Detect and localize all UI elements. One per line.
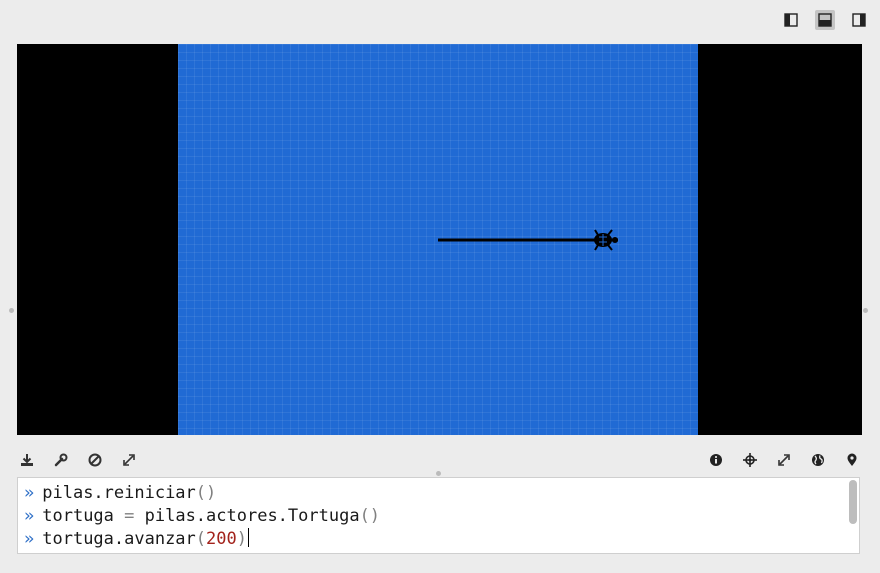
text-cursor — [248, 528, 249, 547]
turtle-icon — [590, 229, 618, 251]
console-prompt: » — [24, 506, 35, 526]
layout-right-panel-button[interactable] — [849, 10, 869, 30]
code-token: = — [124, 506, 135, 526]
layout-left-panel-icon — [784, 13, 798, 27]
code-token: () — [359, 506, 381, 526]
code-token: pilas.reiniciar — [42, 483, 196, 503]
stop-button[interactable] — [87, 452, 103, 468]
globe-icon — [812, 454, 824, 466]
layout-bottom-panel-icon — [818, 13, 832, 27]
python-console[interactable]: » pilas.reiniciar() » tortuga = pilas.acto… — [17, 477, 860, 554]
console-prompt: » — [24, 483, 35, 503]
console-prompt: » — [24, 529, 35, 549]
layout-right-panel-icon — [852, 13, 866, 27]
panel-splitter-handle[interactable] — [436, 471, 441, 476]
layout-left-panel-button[interactable] — [781, 10, 801, 30]
location-button[interactable] — [844, 452, 860, 468]
physics-button[interactable] — [810, 452, 826, 468]
code-token: pilas.actores.Tortuga — [134, 506, 360, 526]
download-icon — [21, 454, 33, 466]
left-resize-handle[interactable] — [9, 308, 14, 313]
console-scrollbar[interactable] — [849, 480, 857, 524]
code-token: 200 — [206, 529, 237, 549]
download-button[interactable] — [19, 452, 35, 468]
info-button[interactable] — [708, 452, 724, 468]
info-icon — [710, 454, 722, 466]
game-stage — [17, 44, 862, 435]
canvas-drawing — [438, 229, 618, 251]
wrench-icon — [54, 453, 68, 467]
console-line-3: » tortuga.avanzar(200) — [24, 528, 249, 551]
right-resize-handle[interactable] — [863, 308, 868, 313]
expand-icon — [123, 454, 135, 466]
map-pin-icon — [847, 453, 857, 466]
fullscreen-button[interactable] — [121, 452, 137, 468]
no-entry-icon — [88, 453, 102, 467]
code-token: tortuga.avanzar — [42, 529, 196, 549]
expand-icon — [778, 454, 790, 466]
console-line-1: » pilas.reiniciar() — [24, 482, 216, 505]
settings-button[interactable] — [53, 452, 69, 468]
code-token: ) — [236, 529, 247, 549]
maximize-button[interactable] — [776, 452, 792, 468]
code-token: () — [195, 483, 217, 503]
console-line-2: » tortuga = pilas.actores.Tortuga() — [24, 505, 380, 528]
code-token: ( — [195, 529, 207, 549]
code-token: tortuga — [42, 506, 125, 526]
position-button[interactable] — [742, 452, 758, 468]
layout-bottom-panel-button[interactable] — [815, 10, 835, 30]
game-canvas[interactable] — [178, 44, 698, 435]
crosshair-icon — [743, 453, 757, 467]
